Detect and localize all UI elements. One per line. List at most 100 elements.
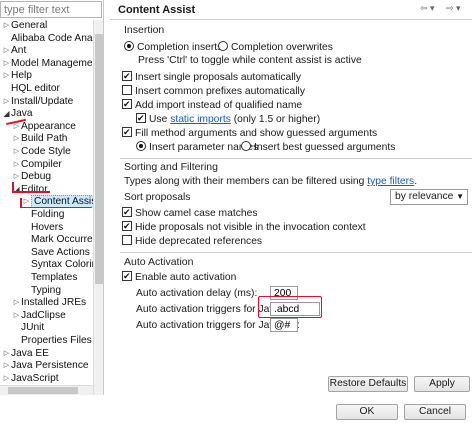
- tree-item[interactable]: ▷ JadClipse: [12, 310, 66, 323]
- apply-button[interactable]: Apply: [414, 376, 470, 392]
- tree-item[interactable]: JUnit: [12, 322, 44, 335]
- tree-item[interactable]: ▷ Ant: [2, 45, 27, 58]
- collapsed-arrow-icon[interactable]: ▷: [12, 133, 21, 146]
- collapsed-arrow-icon[interactable]: ▷: [2, 45, 11, 58]
- tree-vertical-scrollbar[interactable]: [93, 20, 103, 395]
- checkbox-hide-deprecated[interactable]: Hide deprecated references: [122, 235, 262, 247]
- auto-activation-heading: Auto Activation: [124, 256, 194, 268]
- type-filters-link[interactable]: type filters: [367, 176, 414, 187]
- radio-label: Insert best guessed arguments: [254, 142, 396, 153]
- tree-item-label: Code Style: [21, 146, 71, 157]
- tree-item[interactable]: Properties Files Ed: [12, 335, 103, 348]
- tree-item-label: Help: [11, 70, 32, 82]
- checkbox-add-import[interactable]: Add import instead of qualified name: [122, 98, 302, 111]
- ok-button[interactable]: OK: [336, 404, 398, 420]
- checkbox-unchecked-icon: [122, 235, 132, 245]
- collapsed-arrow-icon[interactable]: ▷: [2, 20, 11, 33]
- tree-item[interactable]: Alibaba Code Analysis: [2, 33, 103, 46]
- tree-item-label: Typing: [31, 284, 62, 296]
- divider: [120, 158, 472, 159]
- collapsed-arrow-icon[interactable]: ▷: [2, 96, 11, 109]
- collapsed-arrow-icon[interactable]: ▷: [2, 373, 11, 386]
- javadoc-triggers-input[interactable]: [270, 318, 298, 332]
- checkbox-show-camel[interactable]: Show camel case matches: [122, 206, 258, 219]
- checkbox-label: Use: [149, 114, 171, 125]
- collapsed-arrow-icon[interactable]: ▷: [2, 360, 11, 373]
- sort-proposals-select[interactable]: by relevance ▼: [390, 189, 468, 205]
- tree-item[interactable]: ▷ Java EE: [2, 348, 49, 361]
- checkbox-checked-icon: [122, 98, 132, 110]
- checkbox-enable-auto-activation[interactable]: Enable auto activation: [122, 270, 237, 283]
- collapsed-arrow-icon[interactable]: ▷: [12, 146, 21, 159]
- expanded-arrow-icon[interactable]: ◢: [2, 108, 11, 121]
- tree-item[interactable]: HQL editor: [2, 83, 60, 96]
- tree-item[interactable]: ▷ Compiler: [12, 159, 62, 172]
- tree-item-label: Save Actions: [31, 246, 90, 258]
- checkbox-hide-not-visible[interactable]: Hide proposals not visible in the invoca…: [122, 220, 366, 233]
- checkbox-insert-common[interactable]: Insert common prefixes automatically: [122, 85, 305, 97]
- checkbox-checked-icon: [122, 220, 132, 232]
- tree-item-label: HQL editor: [11, 83, 60, 94]
- checkbox-insert-single[interactable]: Insert single proposals automatically: [122, 70, 301, 83]
- forward-arrow-icon[interactable]: ⇨ ▾: [446, 3, 461, 14]
- tree-item[interactable]: ▷ Build Path: [12, 133, 68, 146]
- back-arrow-icon[interactable]: ⇦ ▾: [420, 3, 435, 14]
- tree-item[interactable]: Syntax Coloring: [22, 259, 103, 272]
- annotation-box-java-triggers: [258, 296, 322, 318]
- collapsed-arrow-icon[interactable]: ▷: [12, 159, 21, 172]
- sorting-heading: Sorting and Filtering: [124, 161, 218, 173]
- tree-item[interactable]: ▷ JavaScript: [2, 373, 59, 386]
- radio-insert-param-names[interactable]: Insert parameter names: [136, 141, 258, 153]
- tree-item[interactable]: ▷ Java Persistence: [2, 360, 89, 373]
- tree-item-label: Build Path: [21, 133, 68, 145]
- collapsed-arrow-icon[interactable]: ▷: [2, 70, 11, 83]
- filter-input[interactable]: [0, 1, 102, 18]
- restore-defaults-button[interactable]: Restore Defaults: [328, 376, 408, 392]
- chevron-down-icon: ▼: [456, 192, 464, 201]
- toggle-hint: Press 'Ctrl' to toggle while content ass…: [138, 55, 362, 66]
- tree-item[interactable]: ▷ Appearance: [12, 121, 76, 134]
- collapsed-arrow-icon[interactable]: ▷: [2, 58, 11, 71]
- tree-horizontal-scrollbar[interactable]: [0, 385, 93, 395]
- tree-item-label: Compiler: [21, 158, 62, 170]
- checkbox-use-static-imports[interactable]: Use static imports (only 1.5 or higher): [136, 112, 320, 125]
- radio-label: Completion inserts: [137, 42, 223, 53]
- checkbox-label: Enable auto activation: [135, 272, 237, 283]
- collapsed-arrow-icon[interactable]: ▷: [12, 310, 21, 323]
- checkbox-fill-method[interactable]: Fill method arguments and show guessed a…: [122, 126, 378, 139]
- tree-item[interactable]: ▷ Install/Update: [2, 96, 74, 109]
- radio-completion-inserts[interactable]: Completion inserts: [124, 41, 222, 53]
- tree-item[interactable]: ▷ Debug: [12, 171, 51, 184]
- checkbox-label: Show camel case matches: [135, 208, 258, 219]
- radio-best-guessed[interactable]: Insert best guessed arguments: [241, 141, 395, 153]
- radio-label: Completion overwrites: [231, 42, 333, 53]
- tree-item-label: JUnit: [21, 322, 45, 334]
- checkbox-label: Fill method arguments and show guessed a…: [135, 128, 378, 139]
- tree-item-label: Java Persistence: [11, 360, 89, 372]
- sort-proposals-value: by relevance: [395, 191, 454, 202]
- checkbox-checked-icon: [122, 70, 132, 82]
- tree-item[interactable]: Templates: [22, 272, 77, 285]
- tree-item[interactable]: Folding: [22, 209, 64, 222]
- radio-completion-overwrites[interactable]: Completion overwrites: [218, 41, 333, 53]
- tree-item[interactable]: ▷ Model Management: [2, 58, 101, 71]
- tree-item[interactable]: Hovers: [22, 222, 63, 235]
- tree-hscroll-thumb[interactable]: [8, 387, 78, 394]
- tree-item[interactable]: ▷ Installed JREs: [12, 297, 86, 310]
- tree-item[interactable]: Save Actions: [22, 247, 90, 260]
- tree-item[interactable]: ▷ Code Style: [12, 146, 71, 159]
- collapsed-arrow-icon[interactable]: ▷: [2, 348, 11, 361]
- tree-scroll-thumb[interactable]: [95, 34, 103, 284]
- static-imports-link[interactable]: static imports: [170, 114, 231, 125]
- tree-item[interactable]: ▷ Help: [2, 70, 32, 83]
- tree-item[interactable]: ◢Java: [2, 108, 32, 121]
- collapsed-arrow-icon[interactable]: ▷: [12, 297, 21, 310]
- cancel-button[interactable]: Cancel: [404, 404, 466, 420]
- checkbox-label: Hide deprecated references: [135, 236, 263, 247]
- radio-off-icon: [241, 141, 251, 151]
- tree-item[interactable]: Typing: [22, 285, 61, 298]
- tree-item-label: Appearance: [21, 120, 76, 132]
- title-divider: [110, 19, 472, 20]
- tree-item[interactable]: Mark Occurren: [22, 234, 98, 247]
- tree-item[interactable]: ▷ General: [2, 20, 47, 33]
